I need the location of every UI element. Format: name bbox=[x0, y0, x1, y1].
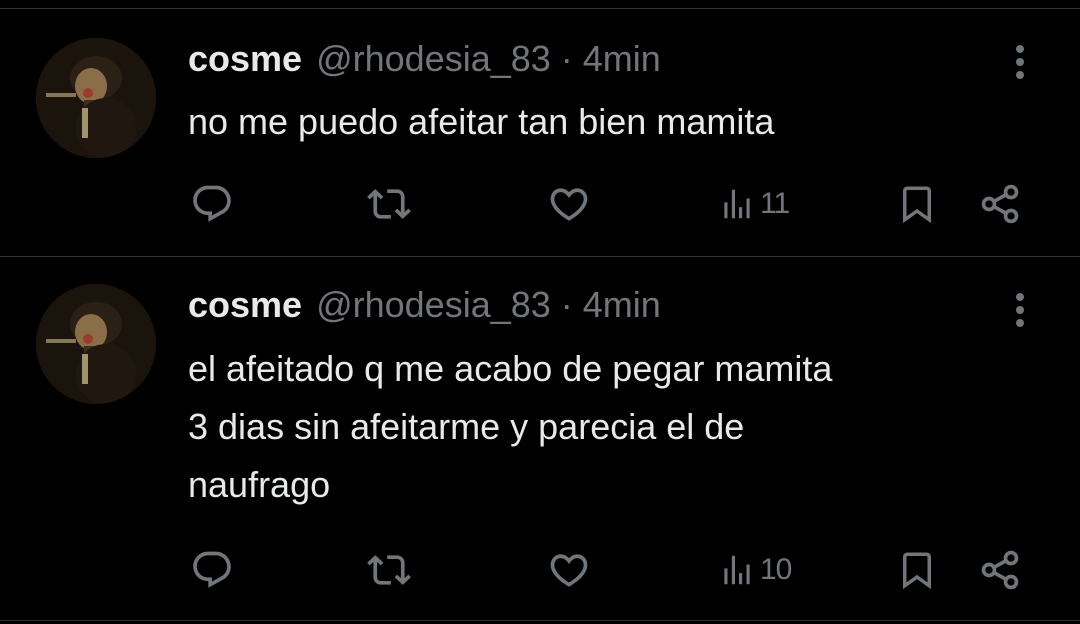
like-button[interactable] bbox=[546, 179, 592, 229]
tweet-text: no me puedo afeitar tan bien mamita bbox=[188, 93, 1048, 151]
views-icon bbox=[724, 189, 750, 219]
share-button[interactable] bbox=[976, 545, 1024, 595]
timestamp[interactable]: 4min bbox=[583, 38, 661, 80]
share-icon bbox=[981, 550, 1019, 590]
action-bar: 10 bbox=[0, 545, 1080, 595]
separator: · bbox=[560, 38, 573, 79]
retweet-icon bbox=[367, 555, 411, 585]
tweet-text-line: naufrago bbox=[188, 464, 331, 505]
avatar[interactable] bbox=[36, 38, 156, 158]
timestamp[interactable]: 4min bbox=[583, 284, 661, 326]
tweet-feed: cosme @rhodesia_83 · 4min no me puedo af… bbox=[0, 0, 1080, 624]
views-count: 11 bbox=[760, 187, 790, 220]
bottom-divider bbox=[0, 620, 1080, 621]
retweet-icon bbox=[367, 189, 411, 219]
like-button[interactable] bbox=[546, 545, 592, 595]
share-icon bbox=[981, 184, 1019, 224]
retweet-button[interactable] bbox=[364, 179, 414, 229]
reply-icon bbox=[193, 551, 231, 588]
tweet-text: el afeitado q me acabo de pegar mamita 3… bbox=[188, 340, 1048, 514]
like-icon bbox=[550, 554, 588, 587]
views-button[interactable]: 11 bbox=[718, 179, 790, 229]
tweet-text-line: no me puedo afeitar tan bien mamita bbox=[188, 101, 775, 142]
avatar[interactable] bbox=[36, 284, 156, 404]
top-divider bbox=[0, 8, 1080, 9]
action-bar: 11 bbox=[0, 179, 1080, 229]
views-count: 10 bbox=[760, 553, 792, 586]
display-name[interactable]: cosme bbox=[188, 284, 302, 326]
tweet-text-line: el afeitado q me acabo de pegar mamita bbox=[188, 348, 833, 389]
separator: · bbox=[560, 284, 573, 325]
more-icon[interactable] bbox=[1008, 42, 1032, 82]
bookmark-button[interactable] bbox=[896, 545, 938, 595]
more-icon[interactable] bbox=[1008, 290, 1032, 330]
tweet-header: cosme @rhodesia_83 · 4min bbox=[188, 284, 661, 332]
tweet-text-line: 3 dias sin afeitarme y parecia el de bbox=[188, 406, 745, 447]
bookmark-button[interactable] bbox=[896, 179, 938, 229]
tweet-divider bbox=[0, 256, 1080, 257]
views-button[interactable]: 10 bbox=[718, 545, 792, 595]
share-button[interactable] bbox=[976, 179, 1024, 229]
views-icon bbox=[724, 555, 750, 585]
reply-button[interactable] bbox=[190, 179, 234, 229]
reply-button[interactable] bbox=[190, 545, 234, 595]
user-handle[interactable]: @rhodesia_83 bbox=[316, 38, 551, 80]
reply-icon bbox=[193, 185, 231, 222]
like-icon bbox=[550, 188, 588, 221]
tweet-header: cosme @rhodesia_83 · 4min bbox=[188, 38, 661, 86]
display-name[interactable]: cosme bbox=[188, 38, 302, 80]
bookmark-icon bbox=[903, 186, 931, 224]
bookmark-icon bbox=[903, 552, 931, 590]
retweet-button[interactable] bbox=[364, 545, 414, 595]
user-handle[interactable]: @rhodesia_83 bbox=[316, 284, 551, 326]
